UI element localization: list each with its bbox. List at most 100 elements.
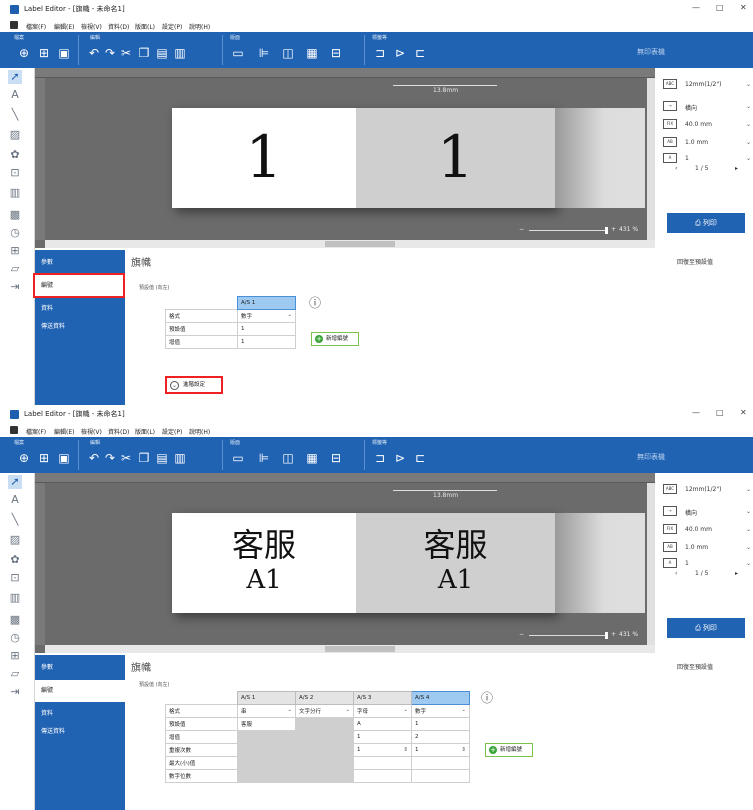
horizontal-scrollbar[interactable] [45, 240, 655, 248]
redo-icon[interactable]: ↷ [104, 451, 116, 465]
minimize-button[interactable]: — [692, 408, 700, 417]
flip-icon[interactable]: ⊐ [374, 46, 386, 60]
label-canvas[interactable]: 13.8mm 1 1 − + 431 % [35, 68, 655, 248]
undo-icon[interactable]: ↶ [88, 46, 100, 60]
minimize-button[interactable]: — [692, 3, 700, 12]
copy-icon[interactable]: ❐ [138, 46, 150, 60]
add-serial-button[interactable]: + 新增編號 [311, 332, 360, 346]
distribute-icon[interactable]: ⊫ [258, 46, 270, 60]
menu-data[interactable]: 資料(D) [108, 427, 129, 436]
flip-icon[interactable]: ⊐ [374, 451, 386, 465]
nav-item-transfer[interactable]: 傳送資料 [35, 721, 125, 743]
info-icon[interactable]: ⓘ [309, 294, 321, 311]
menu-edit[interactable]: 編輯(E) [54, 427, 74, 436]
label-preview[interactable]: 1 1 [172, 108, 555, 208]
horizontal-scrollbar[interactable] [45, 645, 655, 653]
print-button[interactable]: ⎙ 列印 [667, 213, 745, 233]
menu-view[interactable]: 檢視(V) [81, 22, 102, 31]
line-tool-icon[interactable]: ╲ [8, 108, 22, 122]
label-cell-1[interactable]: 1 [172, 108, 356, 208]
barcode-icon[interactable]: ▥ [8, 591, 22, 605]
prev-page-button[interactable]: ‹ [675, 165, 677, 172]
image-tool-icon[interactable]: ▨ [8, 128, 22, 142]
zoom-out-button[interactable]: − [519, 631, 524, 638]
size-icon[interactable]: ⊏ [414, 46, 426, 60]
nav-item-transfer[interactable]: 傳送資料 [35, 316, 125, 338]
zoom-out-button[interactable]: − [519, 226, 524, 233]
reset-defaults-button[interactable]: 回復至預設值 [677, 662, 713, 671]
label-cell-1[interactable]: 客服 A1 [172, 513, 356, 613]
datetime-icon[interactable]: ◷ [8, 631, 22, 645]
increment-cell[interactable]: 2 [411, 730, 470, 744]
distribute-icon[interactable]: ⊫ [258, 451, 270, 465]
select-arrow-icon[interactable]: ➚ [8, 475, 22, 489]
prev-page-button[interactable]: ‹ [675, 570, 677, 577]
datetime-icon[interactable]: ◷ [8, 226, 22, 240]
info-icon[interactable]: ⓘ [481, 689, 493, 706]
shape-icon[interactable]: ⊡ [8, 571, 22, 585]
horizontal-scroll-thumb[interactable] [325, 646, 395, 652]
horizontal-scroll-thumb[interactable] [325, 241, 395, 247]
save-icon[interactable]: ▣ [58, 46, 70, 60]
insert-icon[interactable]: ⇥ [8, 280, 22, 294]
cut-icon[interactable]: ✂ [120, 451, 132, 465]
next-page-button[interactable]: ▸ [735, 570, 738, 577]
zoom-slider-track[interactable] [529, 635, 607, 636]
zoom-in-button[interactable]: + [611, 631, 616, 638]
repeat-count-stepper[interactable]: 1 ⇕ [353, 743, 412, 757]
orientation-select[interactable]: → 橫向 ⌄ [663, 505, 753, 519]
format-select[interactable]: 字母 ⌄ [353, 704, 412, 718]
menu-edit[interactable]: 編輯(E) [54, 22, 74, 31]
reset-defaults-button[interactable]: 回復至預設值 [677, 257, 713, 266]
margin-select[interactable]: AB 1.0 mm ⌄ [663, 541, 753, 555]
group-icon[interactable]: ▦ [306, 46, 318, 60]
nav-item-numbering[interactable]: 編號 [33, 273, 125, 298]
qrcode-icon[interactable]: ▩ [8, 208, 22, 222]
menu-file[interactable]: 檔案(F) [26, 427, 46, 436]
delete-icon[interactable]: ▥ [174, 451, 186, 465]
format-select[interactable]: 數字 ⌄ [411, 704, 470, 718]
column-header[interactable]: A/S 1 [237, 691, 296, 705]
copies-select[interactable]: A 1 ⌄ [663, 557, 753, 571]
length-select[interactable]: FIX 40.0 mm ⌄ [663, 118, 753, 132]
paste-icon[interactable]: ▤ [156, 451, 168, 465]
group-icon[interactable]: ▦ [306, 451, 318, 465]
default-value-cell[interactable]: 1 [411, 717, 470, 731]
increment-cell[interactable]: 1 [353, 730, 412, 744]
menu-file[interactable]: 檔案(F) [26, 22, 46, 31]
tape-width-select[interactable]: ABC 12mm(1/2") ⌄ [663, 483, 753, 497]
qrcode-icon[interactable]: ▩ [8, 613, 22, 627]
order-icon[interactable]: ⊟ [330, 46, 342, 60]
menu-help[interactable]: 說明(H) [189, 427, 210, 436]
text-tool-icon[interactable]: A [8, 493, 22, 507]
nav-item-numbering[interactable]: 編號 [35, 680, 125, 702]
repeat-count-stepper[interactable]: 1 ⇕ [411, 743, 470, 757]
zoom-slider-track[interactable] [529, 230, 607, 231]
cut-icon[interactable]: ✂ [120, 46, 132, 60]
label-canvas[interactable]: 13.8mm 客服 A1 客服 A1 − + 431 % [35, 473, 655, 653]
next-page-button[interactable]: ▸ [735, 165, 738, 172]
zoom-in-button[interactable]: + [611, 226, 616, 233]
spinner-icon[interactable]: ⇕ [403, 747, 408, 753]
vertical-scrollbar[interactable] [647, 483, 655, 645]
column-header[interactable]: A/S 1 [237, 296, 296, 310]
increment-cell[interactable]: 1 [237, 335, 296, 349]
default-value-cell[interactable]: 1 [237, 322, 296, 336]
max-value-cell[interactable] [411, 756, 470, 770]
spinner-icon[interactable]: ⇕ [461, 747, 466, 753]
label-preview[interactable]: 客服 A1 客服 A1 [172, 513, 555, 613]
column-header[interactable]: A/S 2 [295, 691, 354, 705]
advanced-settings-button[interactable]: ⌄ 進階設定 [165, 376, 223, 394]
menu-help[interactable]: 說明(H) [189, 22, 210, 31]
column-header[interactable]: A/S 4 [411, 691, 470, 705]
max-value-cell[interactable] [353, 756, 412, 770]
orientation-select[interactable]: → 橫向 ⌄ [663, 100, 753, 114]
length-select[interactable]: FIX 40.0 mm ⌄ [663, 523, 753, 537]
menu-layout[interactable]: 版面(L) [135, 22, 155, 31]
zoom-slider-handle[interactable] [605, 227, 608, 234]
new-from-template-icon[interactable]: ⊞ [38, 46, 50, 60]
column-header[interactable]: A/S 3 [353, 691, 412, 705]
new-icon[interactable]: ⊕ [18, 46, 30, 60]
clipart-icon[interactable]: ✿ [8, 553, 22, 567]
undo-icon[interactable]: ↶ [88, 451, 100, 465]
